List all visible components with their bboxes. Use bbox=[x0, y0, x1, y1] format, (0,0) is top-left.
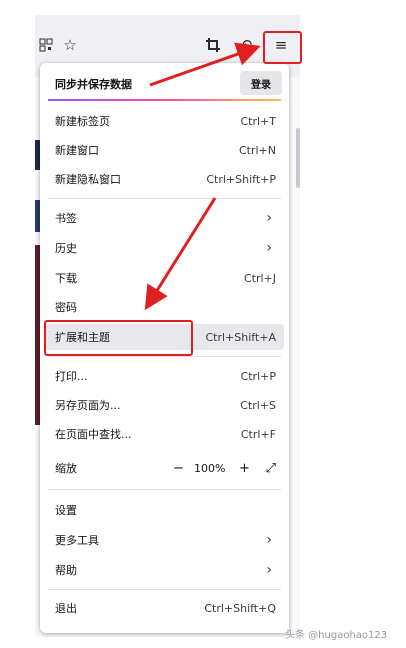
annotation-arrows bbox=[144, 42, 261, 311]
watermark: 头条 @hugaohao123 bbox=[285, 630, 388, 641]
annotation-arrow-to-extensions bbox=[144, 197, 217, 311]
annotation-arrow-to-menu bbox=[149, 42, 261, 87]
